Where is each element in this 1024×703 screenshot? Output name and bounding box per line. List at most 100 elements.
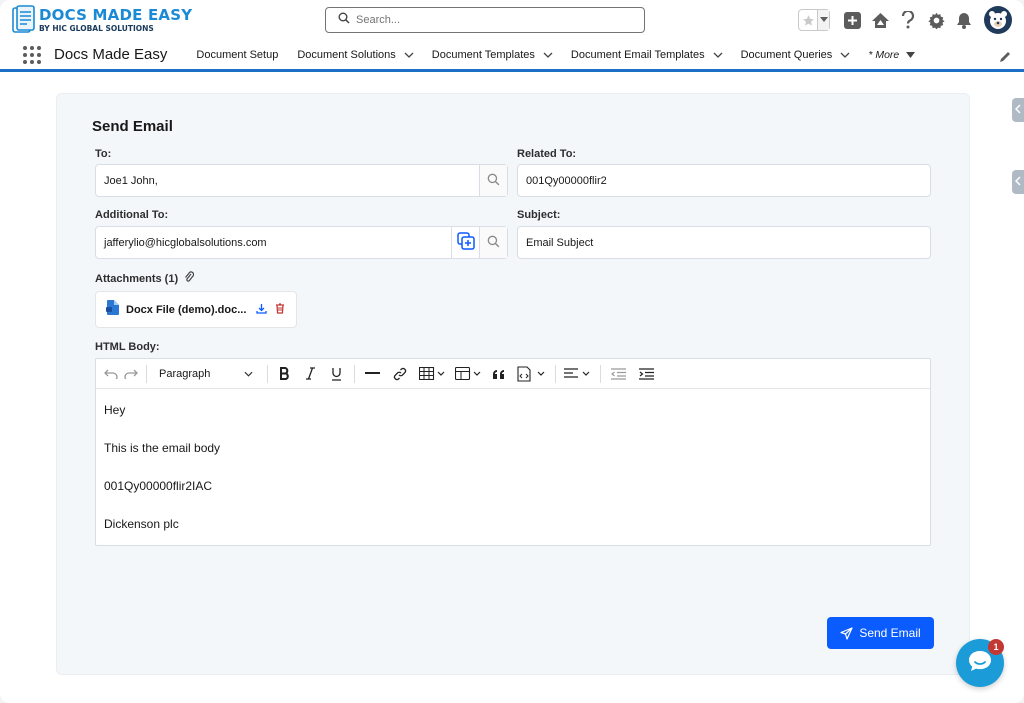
favorites-group: [798, 9, 830, 31]
nav-item-label: Document Email Templates: [570, 48, 705, 61]
nav-item-label: Document Templates: [431, 48, 535, 61]
toolbar-divider: [146, 364, 147, 383]
body-line: This is the email body: [104, 441, 221, 455]
favorites-dropdown-icon[interactable]: [817, 10, 829, 30]
logo[interactable]: DOCS MADE EASY BY HIC GLOBAL SOLUTIONS: [12, 5, 192, 35]
attachments-count-label: Attachments (1): [95, 272, 179, 285]
to-field[interactable]: Joe1 John,: [95, 164, 508, 197]
delete-icon[interactable]: [275, 301, 285, 319]
paperclip-icon[interactable]: [184, 271, 195, 286]
caret-down-icon: [906, 49, 916, 61]
chevron-left-icon: [1014, 101, 1021, 119]
nav-item-label: Document Setup: [196, 48, 279, 61]
body-line: Dickenson plc: [104, 517, 179, 531]
additional-to-field[interactable]: jafferylio@hicglobalsolutions.com: [95, 226, 508, 259]
horizontal-line-icon[interactable]: [361, 363, 383, 385]
app-name: Docs Made Easy: [54, 46, 168, 63]
body-line: 001Qy00000flir2IAC: [104, 479, 213, 493]
chevron-down-icon[interactable]: [713, 49, 723, 61]
indent-icon[interactable]: [635, 363, 657, 385]
additional-to-label: Additional To:: [95, 209, 169, 221]
chevron-down-icon[interactable]: [840, 49, 850, 61]
nav-item-document-queries[interactable]: Document Queries: [741, 39, 851, 71]
to-label: To:: [95, 148, 112, 160]
toolbar-divider: [354, 364, 355, 383]
chat-unread-badge: 1: [988, 639, 1004, 655]
related-to-field[interactable]: 001Qy00000flir2: [517, 164, 931, 197]
search-icon: [487, 235, 500, 251]
subject-label: Subject:: [517, 209, 561, 221]
chevron-down-icon[interactable]: [404, 49, 414, 61]
table-icon[interactable]: [417, 363, 447, 385]
search-input[interactable]: [356, 14, 626, 26]
notification-bell-icon[interactable]: [954, 10, 974, 30]
copy-add-icon: [456, 232, 475, 253]
attachment-chip: Docx File (demo).doc...: [95, 291, 297, 328]
trailhead-guide-icon[interactable]: [870, 10, 890, 30]
download-icon[interactable]: [256, 301, 268, 319]
toolbar-divider: [600, 364, 601, 383]
pencil-edit-icon[interactable]: [998, 50, 1012, 64]
add-recipient-button[interactable]: [451, 227, 479, 258]
related-to-label: Related To:: [517, 148, 577, 160]
app-launcher-icon[interactable]: [22, 45, 42, 65]
undo-icon[interactable]: [104, 363, 118, 385]
logo-title: DOCS MADE EASY: [39, 5, 193, 24]
chevron-down-icon[interactable]: [543, 49, 553, 61]
document-logo-icon: [12, 5, 36, 35]
to-value: Joe1 John,: [104, 174, 158, 187]
chevron-left-icon: [1014, 173, 1021, 191]
nav-more-label: * More: [868, 48, 900, 61]
attachment-filename[interactable]: Docx File (demo).doc...: [126, 304, 246, 316]
send-icon: [840, 626, 853, 640]
nav-item-document-solutions[interactable]: Document Solutions: [297, 39, 414, 71]
editor-toolbar: Paragraph: [96, 359, 930, 389]
to-lookup-button[interactable]: [479, 165, 507, 196]
card-title: Send Email: [92, 118, 173, 135]
chevron-down-icon: [244, 368, 253, 380]
chat-icon: [967, 649, 993, 678]
nav-item-document-email-templates[interactable]: Document Email Templates: [571, 39, 723, 71]
source-code-icon[interactable]: [515, 363, 547, 385]
link-icon[interactable]: [389, 363, 411, 385]
align-left-icon[interactable]: [562, 363, 592, 385]
editor-content[interactable]: Hey This is the email body 001Qy00000fli…: [96, 389, 930, 569]
paragraph-style-select[interactable]: Paragraph: [153, 363, 259, 385]
send-email-button[interactable]: Send Email: [827, 617, 934, 649]
bold-icon[interactable]: [274, 363, 294, 385]
logo-subtitle: BY HIC GLOBAL SOLUTIONS: [39, 23, 154, 33]
nav-item-document-templates[interactable]: Document Templates: [432, 39, 553, 71]
nav-item-document-setup[interactable]: Document Setup: [196, 39, 278, 71]
gear-icon[interactable]: [926, 10, 946, 30]
html-body-label: HTML Body:: [95, 341, 160, 353]
toolbar-divider: [555, 364, 556, 383]
side-panel-tab[interactable]: [1012, 170, 1024, 194]
italic-icon[interactable]: [300, 363, 320, 385]
search-icon: [487, 173, 500, 189]
global-search[interactable]: [325, 7, 645, 33]
layout-block-icon[interactable]: [453, 363, 483, 385]
rich-text-editor: Paragraph Hey This is the email body 001…: [95, 358, 931, 546]
side-panel-tab[interactable]: [1012, 98, 1024, 122]
favorite-star-icon[interactable]: [799, 10, 817, 30]
redo-icon[interactable]: [124, 363, 138, 385]
nav-more-menu[interactable]: * More: [868, 48, 916, 61]
send-email-label: Send Email: [859, 626, 921, 640]
user-avatar[interactable]: [984, 6, 1012, 34]
send-email-card: Send Email To: Joe1 John, Related To: 00…: [56, 93, 970, 675]
additional-to-lookup-button[interactable]: [479, 227, 507, 258]
help-icon[interactable]: [898, 10, 918, 30]
attachments-label: Attachments (1): [95, 271, 195, 286]
toolbar-divider: [267, 364, 268, 383]
body-line: Hey: [104, 403, 126, 417]
subject-field[interactable]: Email Subject: [517, 226, 931, 259]
related-to-value: 001Qy00000flir2: [526, 174, 607, 187]
outdent-icon[interactable]: [607, 363, 629, 385]
paragraph-style-value: Paragraph: [159, 367, 211, 380]
global-create-icon[interactable]: [842, 10, 862, 30]
underline-icon[interactable]: [326, 363, 346, 385]
subject-value: Email Subject: [526, 236, 594, 249]
word-file-icon: [106, 299, 119, 320]
additional-to-value: jafferylio@hicglobalsolutions.com: [104, 236, 267, 249]
blockquote-icon[interactable]: [489, 363, 509, 385]
